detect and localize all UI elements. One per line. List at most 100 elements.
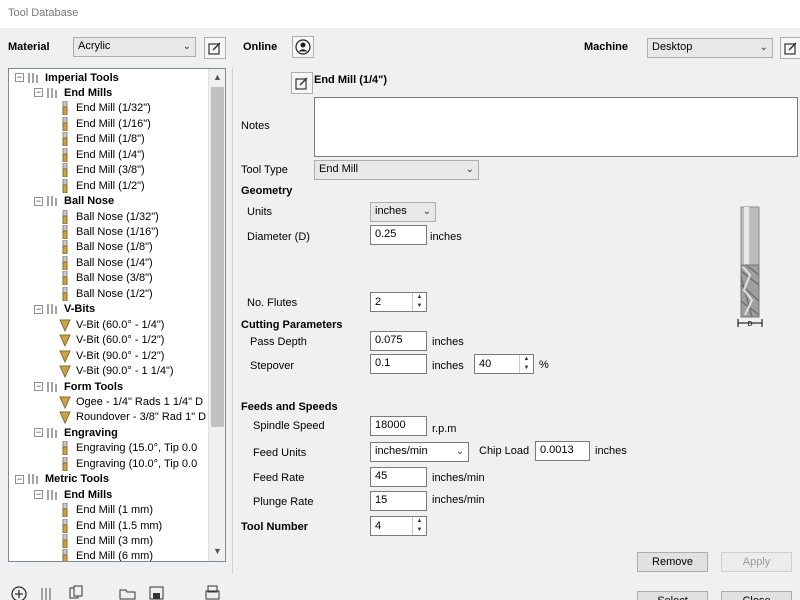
tree-tool-item[interactable]: End Mill (6 mm) [58, 549, 153, 561]
copy-icon[interactable] [67, 584, 87, 600]
tool-number-stepper[interactable]: 4 ▲ ▼ [370, 516, 427, 536]
spin-down-icon[interactable]: ▼ [520, 364, 533, 373]
material-select[interactable]: Acrylic ⌄ [73, 37, 196, 57]
tree-tool-item[interactable]: Ball Nose (3/8") [58, 271, 153, 286]
end-mill-icon [62, 163, 68, 178]
tree-item-label: V-Bits [64, 303, 96, 316]
pass-depth-input[interactable]: 0.075 [370, 331, 427, 351]
remove-button[interactable]: Remove [637, 552, 708, 572]
machine-select[interactable]: Desktop ⌄ [647, 38, 773, 58]
tree-tool-item[interactable]: Ball Nose (1/32") [58, 209, 159, 224]
collapse-icon[interactable]: − [15, 474, 24, 484]
tree-group-item[interactable]: − Form Tools [34, 379, 123, 394]
user-icon [295, 39, 311, 55]
tree-tool-item[interactable]: End Mill (1/16") [58, 116, 151, 131]
collapse-icon[interactable]: − [34, 196, 43, 206]
tree-tool-item[interactable]: End Mill (1/32") [58, 101, 151, 116]
tree-group-item[interactable]: − End Mills [34, 85, 112, 100]
tree-item-label: Engraving (15.0°, Tip 0.0 [76, 442, 198, 455]
stepover-input[interactable]: 0.1 [370, 354, 427, 374]
collapse-icon[interactable]: − [34, 304, 43, 314]
chip-load-label: Chip Load [479, 445, 530, 457]
spin-up-icon[interactable]: ▲ [413, 293, 426, 302]
tree-tool-item[interactable]: Roundover - 3/8" Rad 1" D [58, 410, 206, 425]
tree-tool-item[interactable]: End Mill (1.5 mm) [58, 518, 162, 533]
close-button[interactable]: Close [721, 591, 792, 600]
end-mill-icon [62, 534, 68, 548]
collapse-icon[interactable]: − [15, 73, 24, 82]
tree-item-label: Imperial Tools [45, 71, 119, 84]
material-value: Acrylic [78, 40, 111, 52]
units-value: inches [375, 205, 407, 217]
chip-load-input[interactable]: 0.0013 [535, 441, 590, 461]
print-icon[interactable] [203, 584, 223, 600]
machine-value: Desktop [652, 41, 693, 53]
feed-units-label: Feed Units [253, 447, 307, 459]
spin-down-icon[interactable]: ▼ [413, 302, 426, 311]
tree-tool-item[interactable]: V-Bit (90.0° - 1/2") [58, 348, 164, 363]
chevron-down-icon: ⌄ [182, 41, 191, 52]
apply-button[interactable]: Apply [721, 552, 792, 572]
edit-material-button[interactable] [204, 37, 226, 59]
stepover-percent-stepper[interactable]: 40 ▲ ▼ [474, 354, 534, 374]
feed-rate-input[interactable]: 45 [370, 467, 427, 487]
tree-group-item[interactable]: − End Mills [34, 487, 112, 502]
tree-group-item[interactable]: − Imperial Tools [15, 70, 119, 85]
tree-tool-item[interactable]: End Mill (3/8") [58, 163, 145, 178]
edit-tool-button[interactable] [291, 72, 313, 94]
tree-tool-item[interactable]: End Mill (3 mm) [58, 534, 153, 549]
add-tool-icon[interactable] [9, 584, 29, 600]
flutes-stepper[interactable]: 2 ▲ ▼ [370, 292, 427, 312]
units-select[interactable]: inches ⌄ [370, 202, 436, 222]
collapse-icon[interactable]: − [34, 490, 43, 500]
tool-type-select[interactable]: End Mill ⌄ [314, 160, 479, 180]
tree-item-label: End Mill (1 mm) [76, 504, 154, 517]
tree-tool-item[interactable]: V-Bit (60.0° - 1/2") [58, 333, 164, 348]
save-icon[interactable] [147, 584, 167, 600]
tree-group-item[interactable]: − Metric Tools [15, 472, 109, 487]
flutes-label: No. Flutes [247, 297, 298, 309]
scroll-up-icon[interactable]: ▲ [209, 69, 225, 86]
tree-tool-item[interactable]: End Mill (1/8") [58, 132, 145, 147]
edit-machine-button[interactable] [780, 37, 800, 59]
tree-group-item[interactable]: − Ball Nose [34, 194, 114, 209]
collapse-icon[interactable]: − [34, 88, 43, 98]
feed-units-select[interactable]: inches/min ⌄ [370, 442, 469, 462]
spindle-speed-input[interactable]: 18000 [370, 416, 427, 436]
add-group-icon[interactable] [38, 584, 58, 600]
tree-tool-item[interactable]: Ball Nose (1/8") [58, 240, 153, 255]
spin-down-icon[interactable]: ▼ [413, 526, 426, 535]
tree-tool-item[interactable]: Ball Nose (1/16") [58, 225, 159, 240]
tree-tool-item[interactable]: V-Bit (60.0° - 1/4") [58, 317, 164, 332]
tree-item-label: Ball Nose (1/2") [76, 287, 153, 300]
tree-tool-item[interactable]: Ogee - 1/4" Rads 1 1/4" D [58, 394, 203, 409]
tree-tool-item[interactable]: End Mill (1/4") [58, 147, 145, 162]
tree-tool-item[interactable]: Engraving (10.0°, Tip 0.0 [58, 456, 197, 471]
tree-item-label: Ball Nose (1/16") [76, 226, 159, 238]
tree-tool-item[interactable]: V-Bit (90.0° - 1 1/4") [58, 364, 174, 379]
folder-open-icon[interactable] [118, 584, 138, 600]
end-mill-icon [62, 101, 68, 116]
tree-tool-item[interactable]: Ball Nose (1/4") [58, 255, 153, 270]
spin-up-icon[interactable]: ▲ [520, 355, 533, 364]
tree-tool-item[interactable]: Ball Nose (1/2") [58, 286, 153, 301]
select-button[interactable]: Select [637, 591, 708, 600]
diameter-input[interactable]: 0.25 [370, 225, 427, 245]
notes-textarea[interactable] [314, 97, 798, 157]
tree-scrollbar[interactable]: ▲ ▼ [208, 69, 225, 561]
tree-tool-item[interactable]: End Mill (1/2") [58, 178, 145, 193]
scroll-down-icon[interactable]: ▼ [209, 543, 225, 560]
online-account-button[interactable] [292, 36, 314, 58]
scrollbar-thumb[interactable] [211, 87, 224, 427]
spin-up-icon[interactable]: ▲ [413, 517, 426, 526]
tree-group-item[interactable]: − Engraving [34, 425, 118, 440]
tree-tool-item[interactable]: End Mill (1 mm) [58, 503, 153, 518]
tree-group-item[interactable]: − V-Bits [34, 302, 95, 317]
collapse-icon[interactable]: − [34, 382, 43, 391]
tool-tree[interactable]: − Imperial Tools − End Mills End Mill (1/32"… [8, 68, 226, 562]
end-mill-icon [62, 271, 68, 286]
plunge-rate-input[interactable]: 15 [370, 491, 427, 511]
tree-tool-item[interactable]: Engraving (15.0°, Tip 0.0 [58, 441, 197, 456]
tree-item-label: V-Bit (60.0° - 1/2") [76, 334, 165, 347]
collapse-icon[interactable]: − [34, 428, 43, 438]
